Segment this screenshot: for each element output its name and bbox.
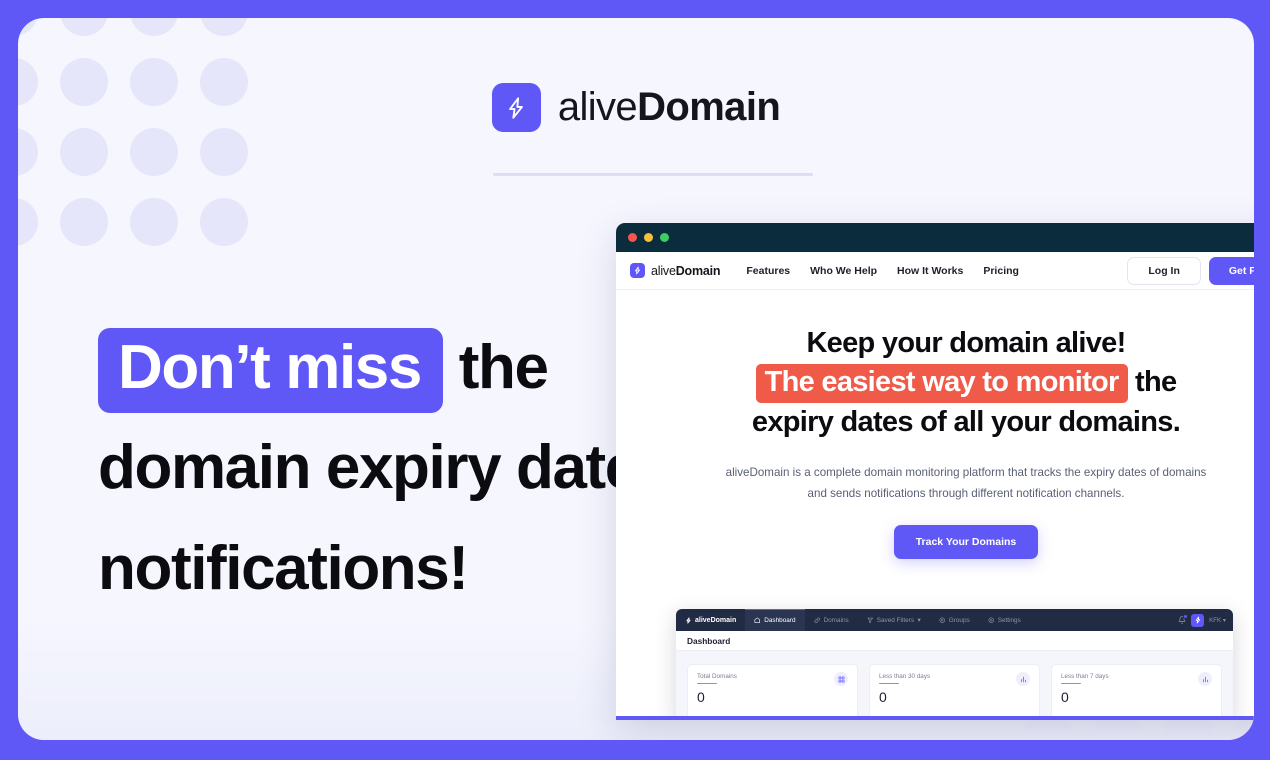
grid-icon <box>834 672 848 686</box>
app-menu-item-settings[interactable]: Settings <box>979 609 1030 631</box>
nav-link-features[interactable]: Features <box>746 265 790 277</box>
lightning-bolt-icon <box>686 616 691 624</box>
lightning-bolt-icon <box>1195 616 1200 624</box>
browser-window-mockup: aliveDomain Features Who We Help How It … <box>616 223 1254 720</box>
gear-icon <box>988 617 994 623</box>
bell-icon[interactable] <box>1178 614 1189 624</box>
app-menu-item-dashboard[interactable]: Dashboard <box>745 609 805 631</box>
headline-rest-line1: the <box>442 333 549 402</box>
site-nav-links: Features Who We Help How It Works Pricin… <box>746 265 1019 277</box>
maximize-green-icon[interactable] <box>660 233 669 242</box>
hero-highlight: The easiest way to monitor <box>755 364 1128 404</box>
filter-icon <box>867 617 873 623</box>
chevron-down-icon: ▾ <box>1222 616 1226 624</box>
hero-line1: Keep your domain alive! <box>806 327 1126 359</box>
page-frame: aliveDomain Don’t miss the domain expiry… <box>0 0 1270 760</box>
app-menu-item-groups[interactable]: Groups <box>930 609 979 631</box>
app-menu-label: Dashboard <box>764 617 796 624</box>
site-nav-brand-light: alive <box>651 263 676 278</box>
headline-line3: notifications! <box>98 533 469 603</box>
app-brand[interactable]: aliveDomain <box>685 617 736 624</box>
site-nav-brand[interactable]: aliveDomain <box>630 263 721 278</box>
stat-underline <box>879 683 899 685</box>
site-nav-wordmark: aliveDomain <box>651 263 721 278</box>
brand-wordmark: aliveDomain <box>557 85 781 130</box>
stat-label: Total Domains <box>697 673 737 680</box>
track-your-domains-button[interactable]: Track Your Domains <box>893 524 1039 559</box>
stat-card-total-domains[interactable]: Total Domains 0 <box>687 664 858 716</box>
brand-bold: Domain <box>637 85 781 129</box>
hero-section: Keep your domain alive! The easiest way … <box>616 290 1254 559</box>
stat-value: 0 <box>1061 689 1069 706</box>
app-page-header: Dashboard <box>676 631 1233 651</box>
site-navbar: aliveDomain Features Who We Help How It … <box>616 252 1254 290</box>
app-menu: Dashboard Domains Saved Filters ▾ Groups… <box>745 609 1030 631</box>
stat-underline <box>1061 683 1081 685</box>
stat-label: Less than 30 days <box>879 673 931 680</box>
app-dashboard-screenshot: aliveDomain Dashboard Domains Saved Filt… <box>676 609 1233 716</box>
nav-link-how-it-works[interactable]: How It Works <box>897 265 963 277</box>
avatar[interactable] <box>1191 613 1205 627</box>
chevron-down-icon: ▾ <box>917 617 921 624</box>
hero-subtitle: aliveDomain is a complete domain monitor… <box>725 466 1207 501</box>
app-menu-label: Saved Filters <box>876 616 915 624</box>
stat-card-less-than-7-days[interactable]: Less than 7 days 0 <box>1051 664 1222 716</box>
notification-badge <box>1183 614 1189 619</box>
hero-line3: expiry dates of all your domains. <box>751 405 1181 438</box>
header-divider <box>493 173 813 176</box>
brand-light: alive <box>557 85 638 129</box>
bar-chart-icon <box>1198 672 1212 686</box>
lightning-bolt-icon <box>630 263 645 278</box>
page-brand: aliveDomain <box>18 83 1254 132</box>
login-button[interactable]: Log In <box>1127 256 1201 285</box>
page-card: aliveDomain Don’t miss the domain expiry… <box>18 18 1254 740</box>
app-menu-label: Domains <box>823 616 849 624</box>
app-nav-right: KFK ▾ <box>1178 613 1233 627</box>
bar-chart-icon <box>1016 672 1030 686</box>
stat-value: 0 <box>697 689 705 706</box>
link-icon <box>814 617 820 623</box>
headline-highlight: Don’t miss <box>98 328 443 413</box>
get-free-trial-button[interactable]: Get Free Trial <box>1208 256 1254 285</box>
site-nav-brand-bold: Domain <box>675 263 721 278</box>
site-nav-actions: Log In Get Free Trial <box>1127 256 1254 285</box>
app-menu-label: Settings <box>997 616 1021 624</box>
page-title: Dashboard <box>687 635 731 646</box>
nav-link-pricing[interactable]: Pricing <box>983 265 1019 277</box>
page-headline: Don’t miss the domain expiry date notifi… <box>98 318 639 619</box>
user-initials: KFK <box>1209 616 1222 624</box>
app-brand-label: aliveDomain <box>695 616 737 624</box>
headline-line2: domain expiry date <box>98 433 639 503</box>
hero-headline: Keep your domain alive! The easiest way … <box>654 324 1254 442</box>
close-red-icon[interactable] <box>628 233 637 242</box>
app-menu-item-domains[interactable]: Domains <box>805 609 858 631</box>
hero-line2-rest: the <box>1127 366 1177 399</box>
stat-label: Less than 7 days <box>1061 673 1109 680</box>
nav-link-who-we-help[interactable]: Who We Help <box>810 265 877 277</box>
user-menu[interactable]: KFK ▾ <box>1209 617 1226 624</box>
group-icon <box>939 617 945 623</box>
stat-value: 0 <box>879 689 887 706</box>
stat-card-less-than-30-days[interactable]: Less than 30 days 0 <box>869 664 1040 716</box>
browser-titlebar <box>616 223 1254 252</box>
home-icon <box>754 617 761 624</box>
lightning-bolt-icon <box>491 83 541 132</box>
app-navbar: aliveDomain Dashboard Domains Saved Filt… <box>676 609 1233 631</box>
stat-underline <box>697 683 717 685</box>
app-menu-label: Groups <box>948 616 970 624</box>
stat-card-row: Total Domains 0 Less than 30 days 0 Less… <box>676 651 1233 716</box>
app-menu-item-saved-filters[interactable]: Saved Filters ▾ <box>858 609 930 631</box>
minimize-yellow-icon[interactable] <box>644 233 653 242</box>
